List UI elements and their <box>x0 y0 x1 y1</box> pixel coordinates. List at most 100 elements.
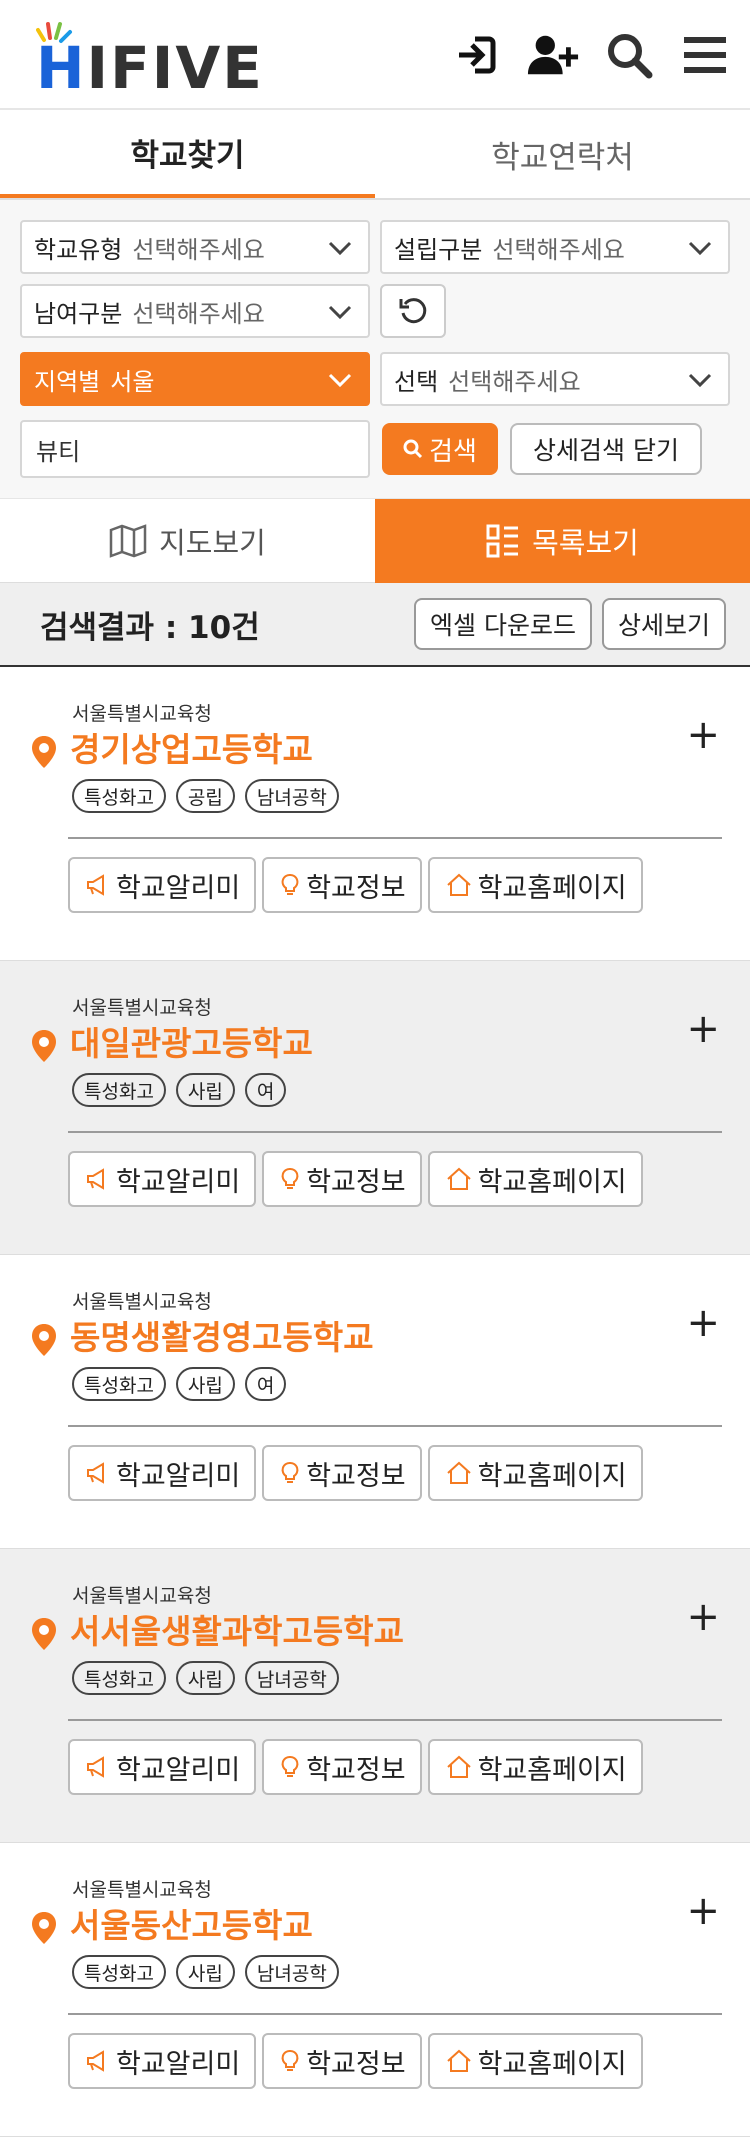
school-type-select[interactable]: 학교유형 선택해주세요 <box>20 220 370 274</box>
notice-label: 학교알리미 <box>116 1754 241 1786</box>
search-button-label: 검색 <box>429 436 477 467</box>
tag-school-kind: 특성화고 <box>72 1955 166 1989</box>
school-notice-button[interactable]: 학교알리미 <box>68 1151 257 1207</box>
gender-select[interactable]: 남여구분 선택해주세요 <box>20 284 370 338</box>
school-notice-button[interactable]: 학교알리미 <box>68 857 257 913</box>
card-divider <box>68 837 722 839</box>
gender-label: 남여구분 <box>34 299 123 328</box>
list-view-label: 목록보기 <box>532 526 639 560</box>
reset-icon <box>399 298 427 324</box>
megaphone-icon <box>87 1756 104 1778</box>
education-office: 서울특별시교육청 <box>72 703 212 725</box>
result-bar: 검색결과 : 10건 엑셀 다운로드 상세보기 <box>0 583 750 667</box>
school-homepage-button[interactable]: 학교홈페이지 <box>427 857 643 913</box>
info-label: 학교정보 <box>306 1166 406 1198</box>
search-button[interactable]: 검색 <box>382 423 498 475</box>
school-type-value: 선택해주세요 <box>132 235 265 264</box>
school-notice-button[interactable]: 학교알리미 <box>68 2033 257 2089</box>
megaphone-icon <box>87 2050 104 2072</box>
tag-founding: 사립 <box>175 1367 235 1401</box>
tag-gender: 여 <box>244 1073 287 1107</box>
excel-download-button[interactable]: 엑셀 다운로드 <box>414 598 592 650</box>
logo-h: H <box>36 34 87 102</box>
school-info-button[interactable]: 학교정보 <box>262 857 422 913</box>
menu-icon[interactable] <box>678 28 732 82</box>
tag-gender: 남녀공학 <box>244 779 339 813</box>
school-name[interactable]: 경기상업고등학교 <box>70 723 313 771</box>
lightbulb-icon <box>281 874 299 895</box>
expand-plus-icon[interactable]: + <box>686 1303 720 1343</box>
search-icon[interactable] <box>602 28 656 82</box>
school-notice-button[interactable]: 학교알리미 <box>68 1445 257 1501</box>
school-info-button[interactable]: 학교정보 <box>262 2033 422 2089</box>
info-label: 학교정보 <box>306 1460 406 1492</box>
location-pin-icon <box>32 1324 56 1356</box>
school-card: 서울특별시교육청 서서울생활과학고등학교 + 특성화고 사립 남녀공학 학교알리… <box>0 1549 750 1843</box>
homepage-label: 학교홈페이지 <box>477 872 627 904</box>
tag-gender: 여 <box>244 1367 287 1401</box>
expand-plus-icon[interactable]: + <box>686 1891 720 1931</box>
expand-plus-icon[interactable]: + <box>686 1597 720 1637</box>
chevron-down-icon <box>688 241 712 256</box>
card-divider <box>68 1719 722 1721</box>
school-name[interactable]: 대일관광고등학교 <box>70 1017 313 1065</box>
school-homepage-button[interactable]: 학교홈페이지 <box>427 2033 643 2089</box>
school-name[interactable]: 서서울생활과학고등학교 <box>70 1605 404 1653</box>
notice-label: 학교알리미 <box>116 872 241 904</box>
school-homepage-button[interactable]: 학교홈페이지 <box>427 1445 643 1501</box>
school-info-button[interactable]: 학교정보 <box>262 1445 422 1501</box>
sub-region-select[interactable]: 선택 선택해주세요 <box>380 352 730 406</box>
detail-view-button[interactable]: 상세보기 <box>601 598 726 650</box>
tab-school-contacts[interactable]: 학교연락처 <box>375 110 750 198</box>
notice-label: 학교알리미 <box>116 2048 241 2080</box>
site-header: HIFIVE <box>0 0 750 110</box>
logo-rest: IFIVE <box>86 34 264 102</box>
education-office: 서울특별시교육청 <box>72 1291 212 1313</box>
school-name[interactable]: 동명생활경영고등학교 <box>70 1311 374 1359</box>
login-icon[interactable] <box>450 28 504 82</box>
expand-plus-icon[interactable]: + <box>686 1009 720 1049</box>
megaphone-icon <box>87 1168 104 1190</box>
school-type-label: 학교유형 <box>34 235 123 264</box>
founding-value: 선택해주세요 <box>492 235 625 264</box>
home-icon <box>446 1167 471 1190</box>
keyword-input[interactable]: 뷰티 <box>20 420 370 478</box>
tag-gender: 남녀공학 <box>244 1661 339 1695</box>
result-count: 검색결과 : 10건 <box>40 609 260 646</box>
school-info-button[interactable]: 학교정보 <box>262 1739 422 1795</box>
megaphone-icon <box>87 1462 104 1484</box>
school-info-button[interactable]: 학교정보 <box>262 1151 422 1207</box>
school-card: 서울특별시교육청 서울동산고등학교 + 특성화고 사립 남녀공학 학교알리미 학… <box>0 1843 750 2137</box>
list-icon <box>486 524 519 558</box>
search-icon <box>403 439 423 459</box>
school-homepage-button[interactable]: 학교홈페이지 <box>427 1151 643 1207</box>
school-homepage-button[interactable]: 학교홈페이지 <box>427 1739 643 1795</box>
school-card: 서울특별시교육청 동명생활경영고등학교 + 특성화고 사립 여 학교알리미 학교… <box>0 1255 750 1549</box>
list-view-button[interactable]: 목록보기 <box>375 499 750 583</box>
school-notice-button[interactable]: 학교알리미 <box>68 1739 257 1795</box>
tag-gender: 남녀공학 <box>244 1955 339 1989</box>
tab-school-search[interactable]: 학교찾기 <box>0 110 375 198</box>
location-pin-icon <box>32 736 56 768</box>
tag-school-kind: 특성화고 <box>72 1367 166 1401</box>
detail-search-close-button[interactable]: 상세검색 닫기 <box>510 423 702 475</box>
chevron-down-icon <box>328 373 352 388</box>
school-name[interactable]: 서울동산고등학교 <box>70 1899 313 1947</box>
tag-school-kind: 특성화고 <box>72 1661 166 1695</box>
founding-label: 설립구분 <box>394 235 483 264</box>
reset-button[interactable] <box>380 284 446 338</box>
region-select[interactable]: 지역별 서울 <box>20 352 370 406</box>
signup-icon[interactable] <box>526 28 580 82</box>
filter-panel: 학교유형 선택해주세요 설립구분 선택해주세요 남여구분 선택해주세요 지역별 … <box>0 200 750 499</box>
homepage-label: 학교홈페이지 <box>477 2048 627 2080</box>
map-view-button[interactable]: 지도보기 <box>0 499 375 583</box>
education-office: 서울특별시교육청 <box>72 1879 212 1901</box>
map-view-label: 지도보기 <box>159 525 266 560</box>
lightbulb-icon <box>281 2050 299 2071</box>
founding-select[interactable]: 설립구분 선택해주세요 <box>380 220 730 274</box>
expand-plus-icon[interactable]: + <box>686 715 720 755</box>
tag-founding: 사립 <box>175 1073 235 1107</box>
card-divider <box>68 1131 722 1133</box>
hifive-logo[interactable]: HIFIVE <box>36 18 286 98</box>
home-icon <box>446 2049 471 2072</box>
